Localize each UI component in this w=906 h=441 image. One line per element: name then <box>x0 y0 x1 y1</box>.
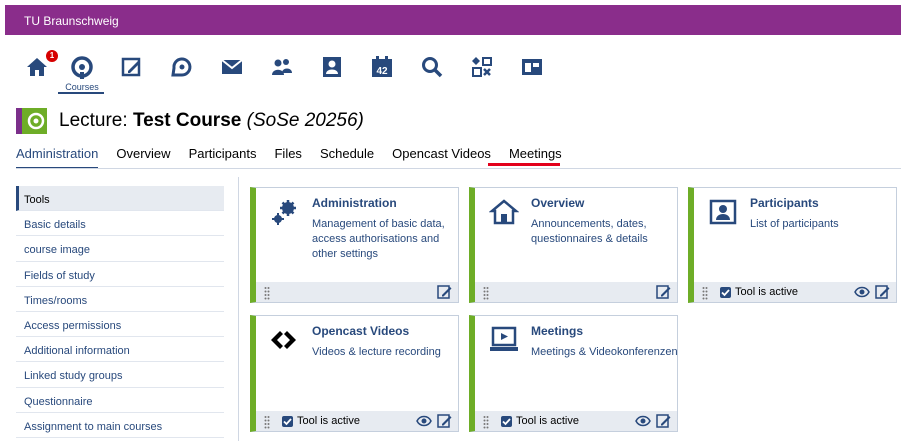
calendar-day-number: 42 <box>376 66 388 77</box>
main-navigation: 1 Courses 42 <box>5 35 901 97</box>
edit-icon[interactable] <box>656 284 671 299</box>
edit-icon[interactable] <box>437 413 452 428</box>
tool-card-footer <box>475 282 677 302</box>
tab-files[interactable]: Files <box>274 145 301 170</box>
sidebar-item-questionnaire[interactable]: Questionnaire <box>16 388 224 413</box>
sidebar-item-times-rooms[interactable]: Times/rooms <box>16 287 224 312</box>
sidebar-item-linked-study-groups[interactable]: Linked study groups <box>16 362 224 388</box>
search-icon[interactable] <box>417 55 447 85</box>
sidebar-item-tools[interactable]: Tools <box>16 186 224 212</box>
tool-card-footer: Tool is active <box>694 282 896 302</box>
top-bar: TU Braunschweig <box>5 5 901 35</box>
tool-card-overview: Overview Announcements, dates, questionn… <box>469 187 678 303</box>
calendar-icon[interactable]: 42 <box>367 55 397 85</box>
tool-card-description: Announcements, dates, questionnaires & d… <box>531 218 648 245</box>
tool-active-checkbox[interactable] <box>501 416 512 427</box>
video-meeting-icon <box>489 325 521 357</box>
community-icon[interactable] <box>267 55 297 85</box>
drag-handle-icon[interactable] <box>264 286 270 300</box>
tool-card-meetings: Meetings Meetings & Videokonferenzen Too… <box>469 315 678 432</box>
tool-card-footer: Tool is active <box>256 411 458 431</box>
course-tabs: Administration Overview Participants Fil… <box>16 145 580 170</box>
course-semester: (SoSe 20256) <box>246 110 364 131</box>
active-nav-indicator <box>58 92 104 94</box>
tool-card-description: Meetings & Videokonferenzen <box>531 346 678 358</box>
courses-icon[interactable] <box>67 55 97 85</box>
tool-card-administration: Administration Management of basic data,… <box>250 187 459 303</box>
sidebar-item-access-permissions[interactable]: Access permissions <box>16 312 224 338</box>
drag-handle-icon[interactable] <box>483 415 489 429</box>
sidebar-item-basic-details[interactable]: Basic details <box>16 211 224 237</box>
institution-name: TU Braunschweig <box>24 14 119 28</box>
admin-icon[interactable] <box>517 55 547 85</box>
tool-card-title[interactable]: Meetings <box>531 324 583 338</box>
checkmark-icon <box>283 418 292 426</box>
tool-active-checkbox[interactable] <box>282 416 293 427</box>
course-avatar <box>16 108 47 134</box>
sidebar-item-course-image[interactable]: course image <box>16 236 224 262</box>
tool-card-title[interactable]: Overview <box>531 196 584 210</box>
sidebar-item-assignment-main-courses[interactable]: Assignment to main courses <box>16 413 224 438</box>
gears-icon <box>270 197 302 229</box>
visibility-eye-icon[interactable] <box>635 415 651 427</box>
notification-badge[interactable]: 1 <box>46 50 58 62</box>
sidebar-item-fields-of-study[interactable]: Fields of study <box>16 262 224 287</box>
tab-schedule[interactable]: Schedule <box>320 145 374 170</box>
tab-opencast-videos[interactable]: Opencast Videos <box>392 145 491 170</box>
tool-card-description: List of participants <box>750 218 839 230</box>
tab-participants[interactable]: Participants <box>189 145 257 170</box>
tool-active-label[interactable]: Tool is active <box>735 286 798 298</box>
admin-sidebar: Tools Basic details course image Fields … <box>16 186 224 438</box>
checkmark-icon <box>721 289 730 297</box>
tabs-divider <box>16 168 901 169</box>
tool-active-checkbox[interactable] <box>720 287 731 298</box>
tab-overview[interactable]: Overview <box>116 145 170 170</box>
edit-icon[interactable] <box>437 284 452 299</box>
drag-handle-icon[interactable] <box>483 286 489 300</box>
edit-icon[interactable] <box>875 284 890 299</box>
edit-icon[interactable] <box>656 413 671 428</box>
contents-icon[interactable] <box>117 55 147 85</box>
tool-active-label[interactable]: Tool is active <box>297 415 360 427</box>
visibility-eye-icon[interactable] <box>854 286 870 298</box>
visibility-eye-icon[interactable] <box>416 415 432 427</box>
tab-administration[interactable]: Administration <box>16 145 99 170</box>
tool-active-label[interactable]: Tool is active <box>516 415 579 427</box>
tool-card-footer: Tool is active <box>475 411 677 431</box>
tool-card-title[interactable]: Participants <box>750 196 819 210</box>
tools-icon[interactable] <box>467 55 497 85</box>
course-title: Lecture: Test Course (SoSe 20256) <box>59 110 364 132</box>
page-title: Lecture: Test Course (SoSe 20256) <box>16 106 364 136</box>
sidebar-item-additional-information[interactable]: Additional information <box>16 337 224 363</box>
drag-handle-icon[interactable] <box>702 286 708 300</box>
checkmark-icon <box>502 418 511 426</box>
messages-forum-icon[interactable] <box>167 55 197 85</box>
course-name: Test Course <box>132 110 242 131</box>
tool-card-footer <box>256 282 458 302</box>
opencast-icon <box>270 325 302 357</box>
tool-card-description: Management of basic data, access authori… <box>312 218 445 260</box>
tool-card-description: Videos & lecture recording <box>312 346 441 358</box>
courses-label[interactable]: Courses <box>60 82 104 92</box>
tab-meetings[interactable]: Meetings <box>509 145 562 170</box>
house-icon <box>488 197 521 229</box>
drag-handle-icon[interactable] <box>264 415 270 429</box>
course-type: Lecture: <box>59 110 128 131</box>
tool-card-participants: Participants List of participants Tool i… <box>688 187 897 303</box>
meetings-highlight-underline <box>488 163 560 166</box>
tool-card-title[interactable]: Opencast Videos <box>312 324 409 338</box>
mail-icon[interactable] <box>217 55 247 85</box>
profile-icon[interactable] <box>317 55 347 85</box>
participant-list-icon <box>708 197 740 229</box>
content-divider <box>238 177 239 441</box>
tool-card-title[interactable]: Administration <box>312 196 397 210</box>
course-icon <box>27 112 45 130</box>
tool-card-opencast-videos: Opencast Videos Videos & lecture recordi… <box>250 315 459 432</box>
